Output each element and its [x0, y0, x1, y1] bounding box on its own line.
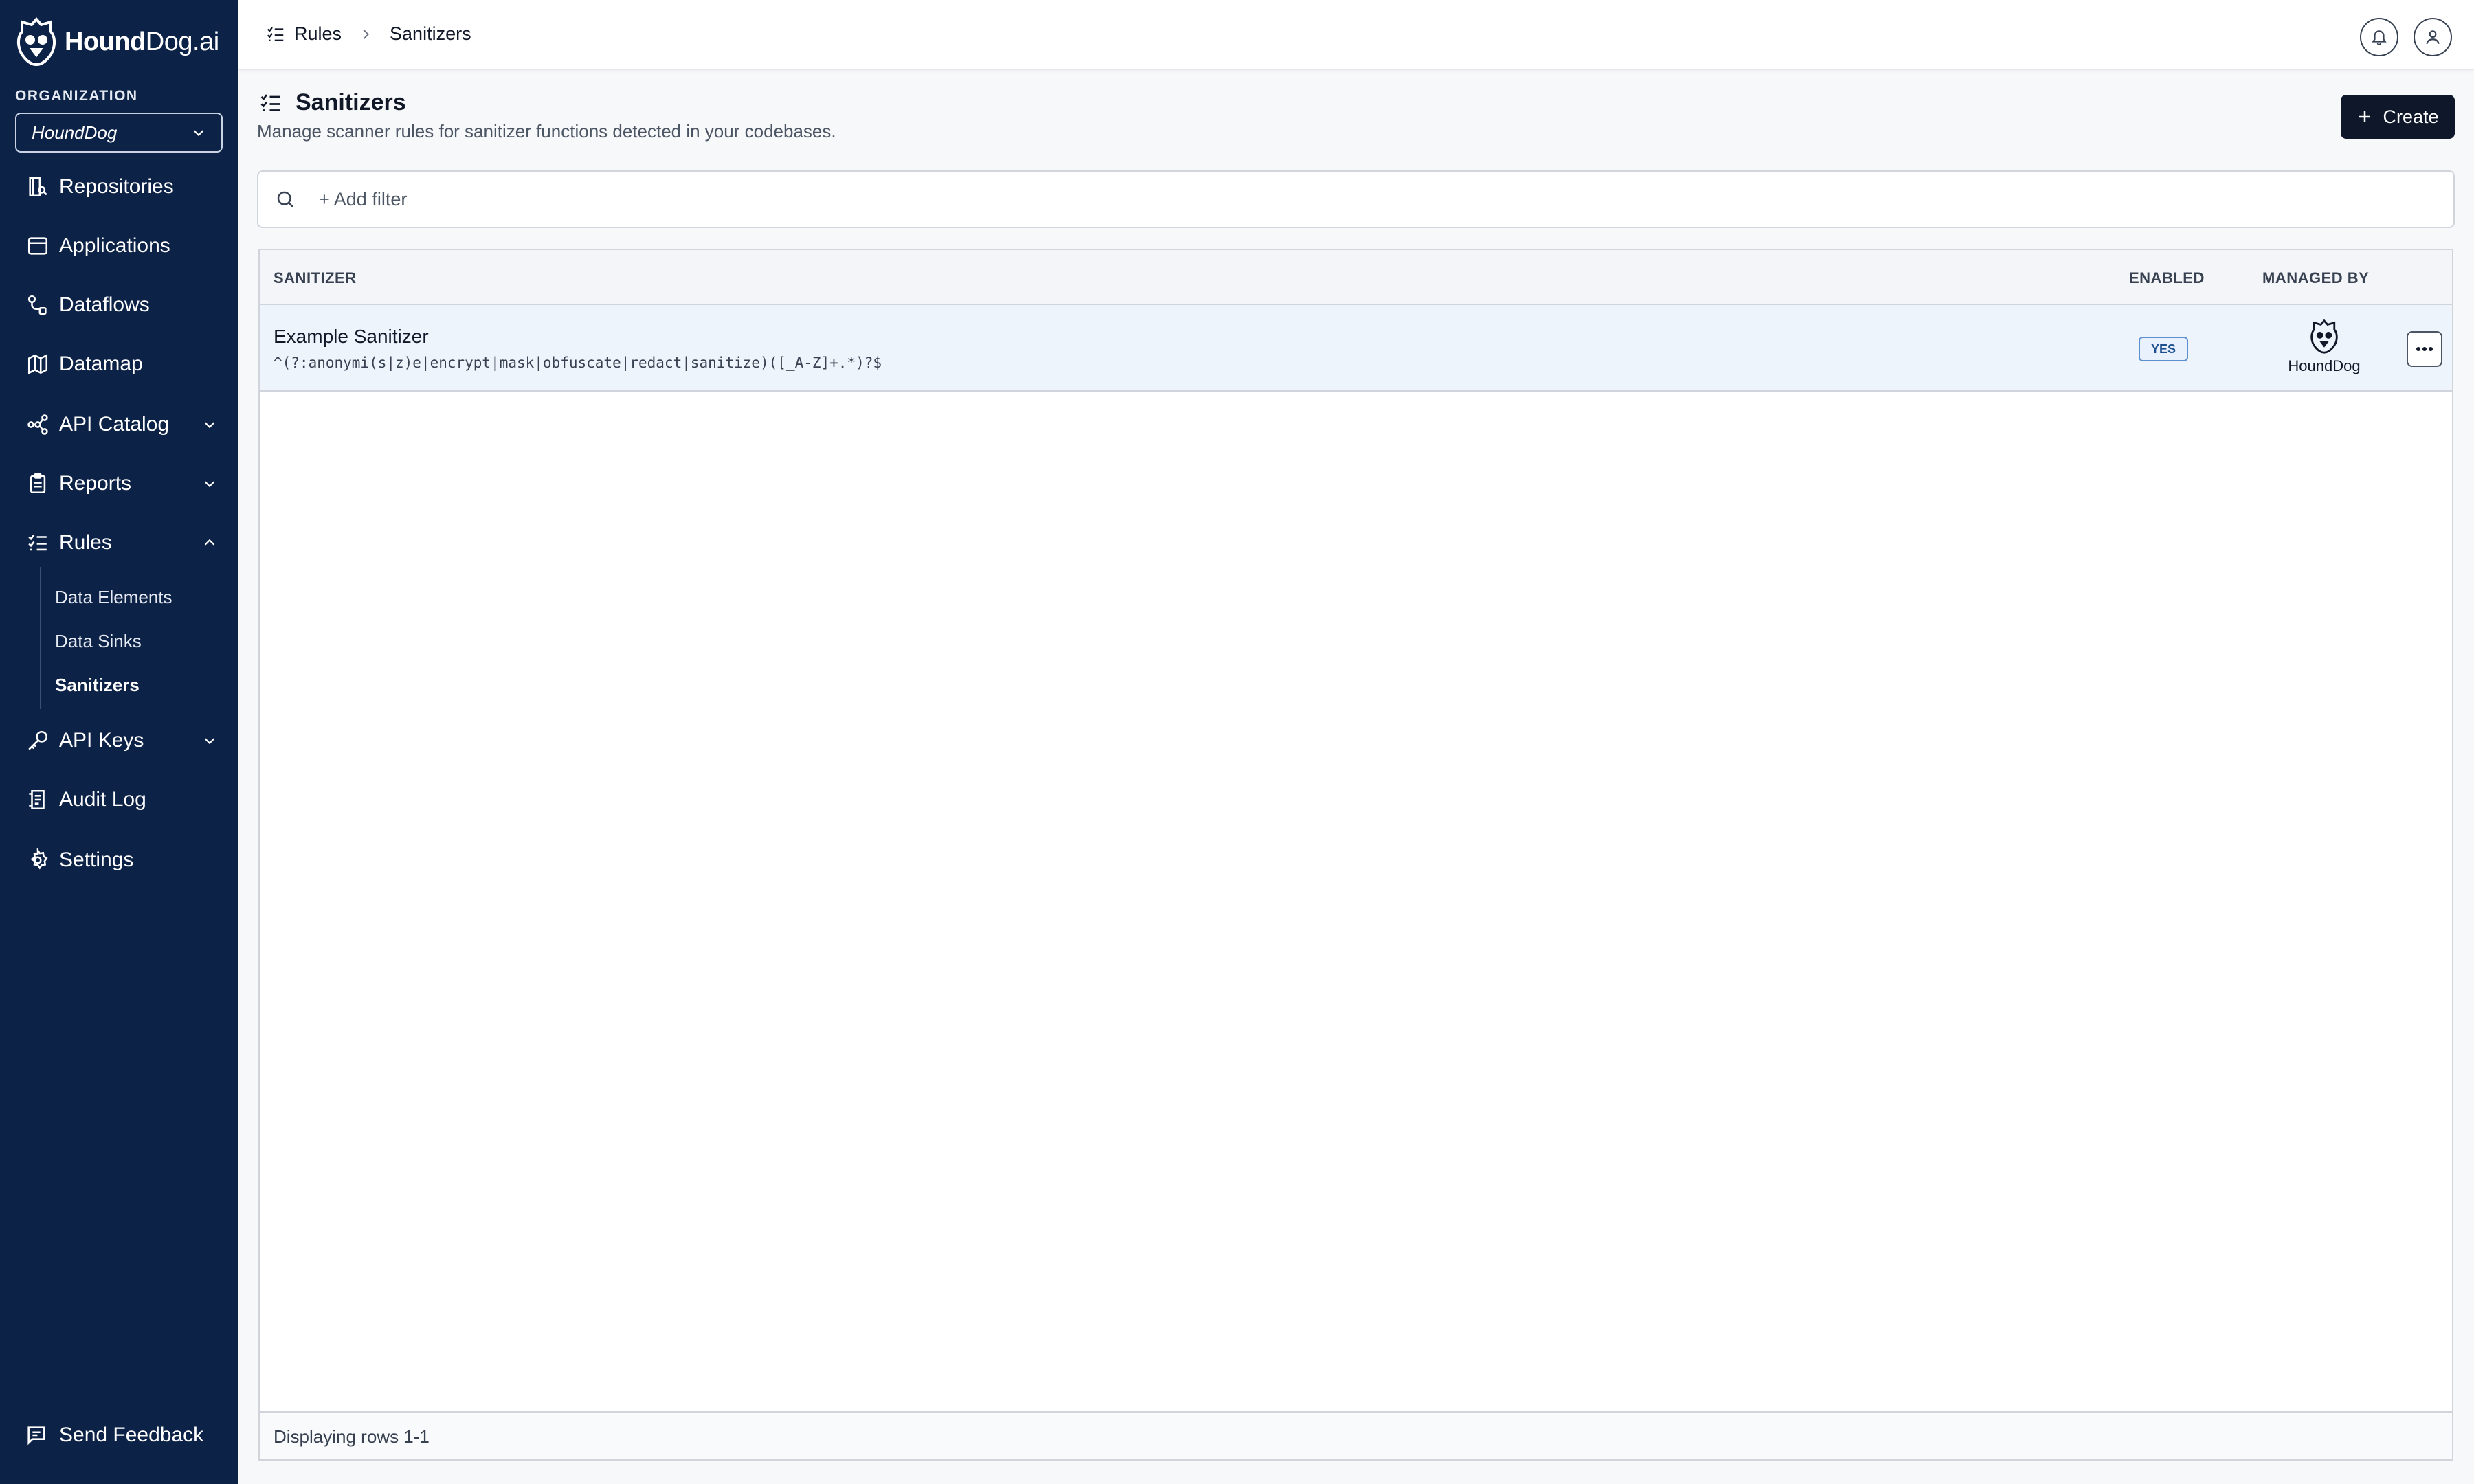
- notifications-button[interactable]: [2360, 18, 2398, 56]
- page-subtitle: Manage scanner rules for sanitizer funct…: [257, 121, 836, 142]
- sidebar-item-api-keys[interactable]: API Keys: [25, 720, 224, 761]
- filter-bar[interactable]: + Add filter: [257, 170, 2455, 228]
- sidebar-item-settings[interactable]: Settings: [25, 840, 224, 881]
- table-row[interactable]: Example Sanitizer ^(?:anonymi(s|z)e|encr…: [260, 305, 2452, 392]
- row-count-text: Displaying rows 1-1: [274, 1426, 430, 1447]
- sidebar-subitem-data-sinks[interactable]: Data Sinks: [55, 631, 142, 652]
- chevron-down-icon: [204, 738, 215, 745]
- table-footer: Displaying rows 1-1: [260, 1411, 2452, 1459]
- breadcrumb-rules[interactable]: Rules: [294, 23, 342, 45]
- sidebar: HoundDog.ai ORGANIZATION HoundDog Reposi…: [0, 0, 238, 1484]
- sidebar-item-repositories[interactable]: Repositories: [25, 166, 224, 207]
- sidebar-item-applications[interactable]: Applications: [25, 225, 224, 267]
- topbar: Rules Sanitizers: [238, 0, 2474, 70]
- column-header-managed-by[interactable]: MANAGED BY: [2262, 269, 2369, 287]
- column-header-sanitizer[interactable]: SANITIZER: [274, 269, 357, 287]
- row-actions-button[interactable]: [2407, 331, 2442, 367]
- rules-icon: [267, 26, 284, 41]
- enabled-badge: YES: [2139, 337, 2188, 361]
- sidebar-item-api-catalog[interactable]: API Catalog: [25, 404, 224, 445]
- managed-by-name: HoundDog: [2288, 357, 2361, 374]
- breadcrumb-current: Sanitizers: [390, 23, 471, 44]
- rules-icon: [260, 93, 280, 111]
- reports-icon: [30, 473, 46, 494]
- add-filter-input[interactable]: + Add filter: [319, 189, 407, 210]
- column-header-enabled[interactable]: ENABLED: [2129, 269, 2205, 287]
- managed-by: HoundDog: [2269, 319, 2379, 375]
- rules-icon: [28, 534, 47, 551]
- chevron-down-icon: [193, 130, 204, 137]
- search-icon: [277, 191, 294, 208]
- sanitizer-pattern: ^(?:anonymi(s|z)e|encrypt|mask|obfuscate…: [274, 355, 882, 371]
- sidebar-item-rules[interactable]: Rules: [25, 522, 224, 563]
- repositories-icon: [29, 177, 47, 197]
- datamap-icon: [27, 354, 48, 374]
- chevron-right-icon: [363, 29, 369, 39]
- chevron-up-icon: [204, 539, 215, 546]
- user-icon: [2426, 30, 2440, 45]
- sidebar-subitem-sanitizers[interactable]: Sanitizers: [55, 675, 140, 696]
- key-icon: [28, 730, 48, 750]
- applications-icon: [27, 237, 48, 255]
- rules-subnav-line: [40, 567, 41, 709]
- table-header: SANITIZER ENABLED MANAGED BY: [260, 250, 2452, 305]
- sidebar-item-reports[interactable]: Reports: [25, 463, 224, 504]
- gear-icon: [30, 848, 48, 870]
- sidebar-subitem-data-elements[interactable]: Data Elements: [55, 587, 172, 608]
- dog-logo-icon: [2310, 319, 2338, 354]
- sidebar-item-audit-log[interactable]: Audit Log: [25, 779, 224, 820]
- organization-label: ORGANIZATION: [15, 88, 138, 104]
- page-title: Sanitizers: [296, 89, 406, 115]
- send-feedback-button[interactable]: Send Feedback: [25, 1424, 203, 1447]
- breadcrumb: Rules Sanitizers: [265, 23, 471, 45]
- sanitizer-name[interactable]: Example Sanitizer: [274, 326, 429, 348]
- sanitizers-table: SANITIZER ENABLED MANAGED BY Example San…: [258, 249, 2453, 1461]
- organization-selected: HoundDog: [32, 122, 118, 143]
- brand-logo[interactable]: HoundDog.ai: [15, 16, 219, 67]
- api-catalog-icon: [27, 414, 48, 435]
- feedback-icon: [27, 1426, 45, 1446]
- bell-icon: [2372, 30, 2387, 45]
- chevron-down-icon: [204, 481, 215, 488]
- sidebar-item-datamap[interactable]: Datamap: [25, 344, 224, 385]
- dataflows-icon: [27, 295, 47, 315]
- organization-select[interactable]: HoundDog: [15, 113, 223, 153]
- sidebar-item-dataflows[interactable]: Dataflows: [25, 284, 224, 326]
- chevron-down-icon: [204, 422, 215, 429]
- user-menu-button[interactable]: [2414, 18, 2452, 56]
- page-header: Sanitizers: [258, 89, 406, 116]
- brand-name: HoundDog.ai: [65, 27, 219, 56]
- audit-log-icon: [29, 789, 45, 810]
- more-horizontal-icon: [2416, 347, 2433, 351]
- create-button[interactable]: Create: [2341, 95, 2455, 139]
- plus-icon: [2359, 111, 2371, 122]
- dog-logo-icon: [17, 16, 56, 67]
